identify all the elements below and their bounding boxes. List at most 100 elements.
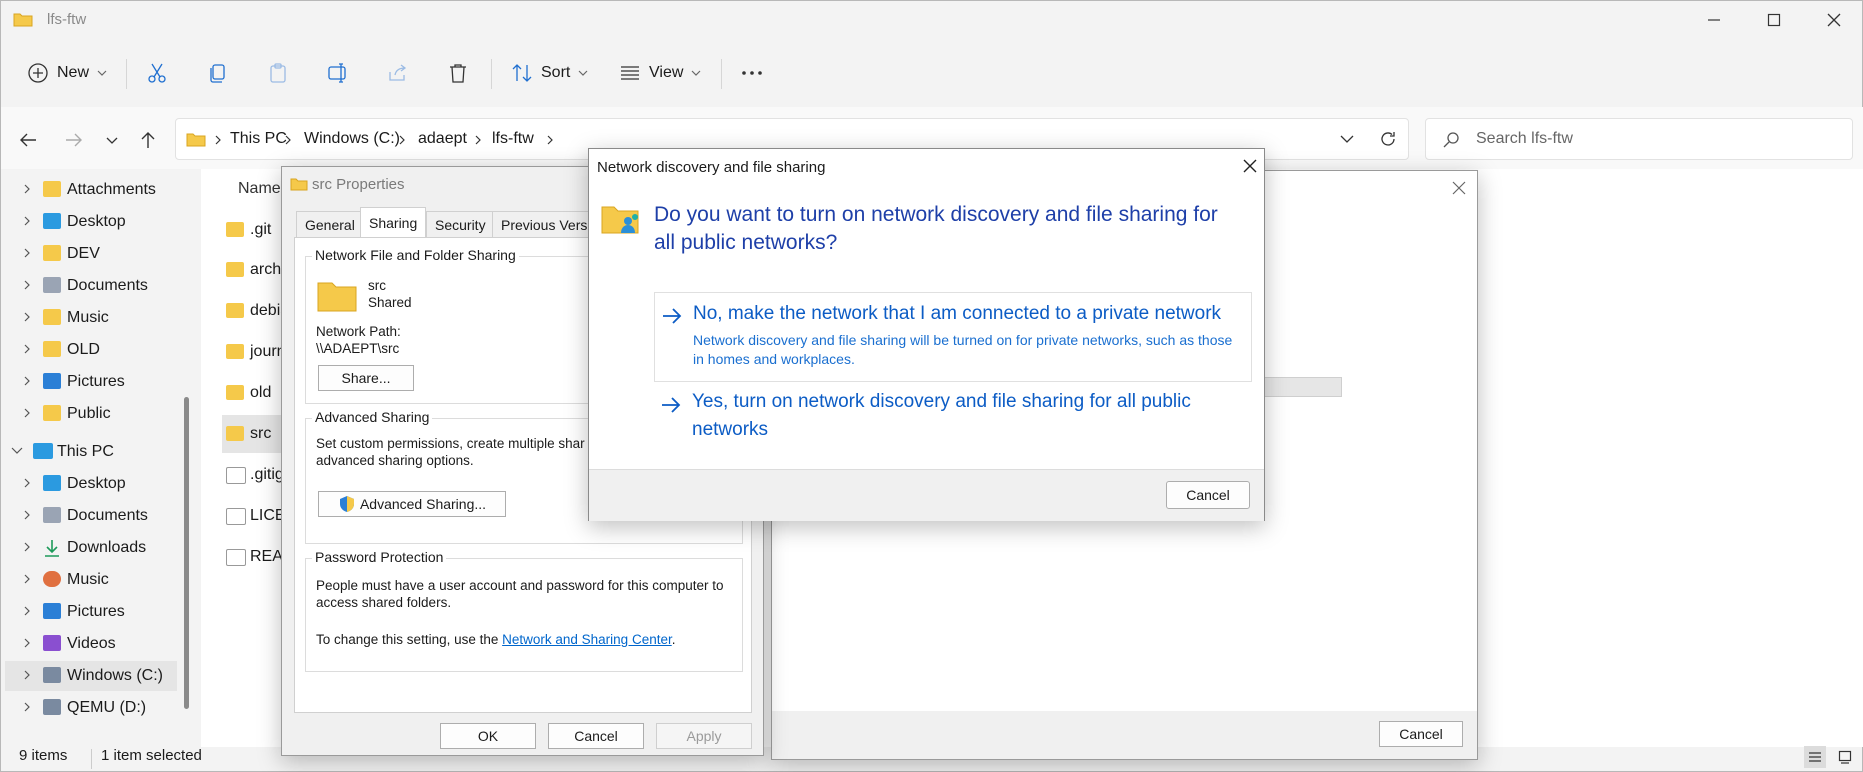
network-sharing-center-link[interactable]: Network and Sharing Center [502,632,672,647]
folder-name: src [368,278,386,293]
search-box[interactable]: Search lfs-ftw [1425,118,1853,160]
sidebar-item-public[interactable]: Public [1,399,197,429]
breadcrumb-this-pc[interactable]: This PC [230,130,287,148]
tab-security[interactable]: Security [426,211,495,237]
plus-circle-icon [28,63,48,83]
sidebar-item-attachments[interactable]: Attachments [1,175,197,205]
share-icon [389,64,407,81]
chevron-down-icon[interactable] [1340,135,1354,144]
chevron-right-icon [285,135,291,145]
apply-button[interactable]: Apply [656,723,752,749]
breadcrumb-lfs-ftw[interactable]: lfs-ftw [492,130,534,148]
recent-locations-button[interactable] [97,125,127,155]
back-button[interactable] [13,125,43,155]
details-view-icon[interactable] [1804,746,1826,768]
breadcrumb-windows-c[interactable]: Windows (C:) [304,130,400,148]
delete-button[interactable] [447,55,469,91]
more-options-button[interactable] [741,55,763,91]
cancel-button[interactable]: Cancel [548,723,644,749]
sidebar-item-old[interactable]: OLD [1,335,197,365]
view-button[interactable]: View [619,55,701,91]
sidebar-item-pc-desktop[interactable]: Desktop [1,469,197,499]
tiles-view-icon[interactable] [1834,746,1856,768]
column-header-name[interactable]: Name [238,180,281,198]
rename-button[interactable] [327,55,349,91]
cancel-button[interactable]: Cancel [1379,721,1463,747]
folder-icon [43,405,61,421]
ok-button[interactable]: OK [440,723,536,749]
advanced-sharing-button[interactable]: Advanced Sharing... [318,491,506,517]
arrow-up-icon [141,132,155,148]
sidebar-item-this-pc[interactable]: This PC [1,437,197,467]
sidebar-item-music[interactable]: Music [1,303,197,333]
documents-icon [43,277,61,293]
tab-general[interactable]: General [296,211,364,237]
sidebar-item-documents[interactable]: Documents [1,271,197,301]
title-bar: lfs-ftw [1,1,1863,39]
chevron-right-icon [399,135,405,145]
sort-button[interactable]: Sort [511,55,588,91]
paste-icon [270,63,286,83]
sidebar-item-desktop[interactable]: Desktop [1,207,197,237]
close-icon[interactable] [1243,159,1257,173]
sidebar-item-pc-music[interactable]: Music [1,565,197,595]
view-label: View [649,64,684,81]
folder-icon [226,385,244,400]
uac-shield-icon [339,496,354,512]
option-public-label: Yes, turn on network discovery and file … [692,391,1191,440]
folder-icon [43,181,61,197]
folder-icon [186,131,206,147]
pictures-icon [43,603,61,619]
sidebar-item-dev[interactable]: DEV [1,239,197,269]
cancel-button[interactable]: Cancel [1166,481,1250,509]
sidebar-item-windows-c[interactable]: Windows (C:) [5,661,177,691]
sidebar-item-pc-documents[interactable]: Documents [1,501,197,531]
copy-icon [210,64,225,83]
folder-icon [226,262,244,277]
chevron-right-icon [215,135,221,145]
breadcrumb-adaept[interactable]: adaept [418,130,467,148]
share-button[interactable] [387,55,409,91]
sidebar-scrollbar[interactable] [184,397,189,709]
desktop-icon [43,213,61,229]
chevron-down-icon [11,447,23,454]
maximize-button[interactable] [1751,7,1797,33]
sidebar-item-videos[interactable]: Videos [1,629,197,659]
folder-icon [43,245,61,261]
arrow-right-icon [662,397,681,413]
close-button[interactable] [1811,7,1857,33]
dialog-footer: Cancel [589,469,1264,521]
folder-icon [226,344,244,359]
list-item-selected[interactable]: src [222,415,282,453]
paste-button[interactable] [267,55,289,91]
desktop-icon [43,475,61,491]
forward-button[interactable] [59,125,89,155]
chevron-right-icon [547,135,553,145]
sidebar-item-qemu-d[interactable]: QEMU (D:) [1,693,197,723]
sidebar-item-pc-pictures[interactable]: Pictures [1,597,197,627]
drive-icon [43,667,61,683]
view-list-icon [621,66,639,80]
group-label: Advanced Sharing [312,409,433,425]
refresh-icon[interactable] [1379,130,1397,148]
group-label: Network File and Folder Sharing [312,247,519,263]
minimize-button[interactable] [1691,7,1737,33]
folder-icon [13,11,33,27]
private-network-option[interactable]: No, make the network that I am connected… [654,292,1252,382]
share-button[interactable]: Share... [318,365,414,391]
network-path: \\ADAEPT\src [316,341,400,356]
trash-icon [450,64,466,83]
up-button[interactable] [133,125,163,155]
close-icon[interactable] [1452,181,1466,195]
copy-button[interactable] [207,55,229,91]
new-button[interactable]: New [27,55,107,91]
tab-sharing[interactable]: Sharing [360,207,427,238]
download-icon [45,540,59,557]
public-network-option[interactable]: Yes, turn on network discovery and file … [654,382,1252,452]
dialog-title: Network discovery and file sharing [597,159,826,176]
sidebar-item-downloads[interactable]: Downloads [1,533,197,563]
cut-button[interactable] [146,55,168,91]
chevron-down-icon [691,70,701,76]
sidebar-item-pictures[interactable]: Pictures [1,367,197,397]
computer-icon [33,443,53,459]
